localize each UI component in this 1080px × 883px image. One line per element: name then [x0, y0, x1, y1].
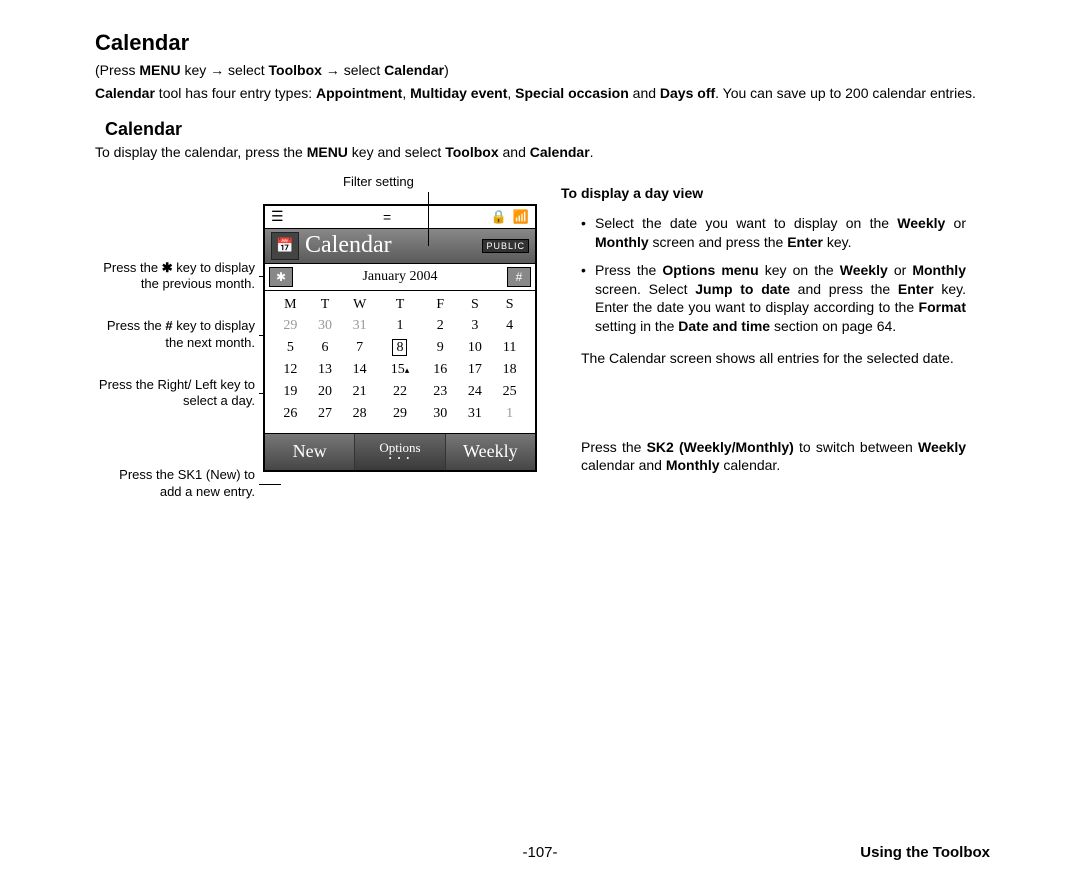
sk2-note: Press the SK2 (Weekly/Monthly) to switch…	[581, 438, 966, 475]
calendar-note: The Calendar screen shows all entries fo…	[581, 349, 966, 367]
star-icon: ✱	[162, 260, 173, 275]
public-badge: PUBLIC	[482, 239, 529, 253]
equals-icon: =	[383, 209, 391, 225]
calendar-icon: 📅	[271, 232, 299, 260]
phone-screenshot: Filter setting ☰ = 🔒 📶 📅 Calendar PUBLIC	[263, 180, 553, 472]
breadcrumb: (Press MENU key → select Toolbox → selec…	[95, 62, 990, 78]
callout-next-month: Press the # key to display the next mont…	[95, 318, 255, 351]
menu-icon: ☰	[271, 208, 284, 225]
bullet-select-date: Select the date you want to display on t…	[581, 214, 966, 251]
bullet-options-menu: Press the Options menu key on the Weekly…	[581, 261, 966, 335]
softkey-weekly: Weekly	[446, 434, 535, 470]
softkey-new: New	[265, 434, 355, 470]
callout-prev-month: Press the ✱ key to display the previous …	[95, 260, 255, 293]
screen-title: Calendar	[305, 232, 482, 259]
callout-select-day: Press the Right/ Left key to select a da…	[95, 377, 255, 410]
selected-day: 8	[392, 339, 407, 356]
page-number: -107-	[522, 844, 557, 861]
section-heading: Calendar	[105, 119, 990, 140]
softkey-options: Options• • •	[355, 434, 445, 470]
filter-setting-label: Filter setting	[343, 174, 414, 189]
callout-new-entry: Press the SK1 (New) to add a new entry.	[95, 467, 255, 500]
hash-key: #	[507, 267, 531, 287]
lock-icon: 🔒	[491, 209, 507, 225]
signal-icon: 📶	[513, 209, 529, 225]
page-title: Calendar	[95, 30, 990, 56]
event-indicator-icon: ▴	[405, 365, 410, 375]
day-view-heading: To display a day view	[561, 184, 966, 202]
month-label: January 2004	[362, 269, 437, 285]
section-label: Using the Toolbox	[860, 844, 990, 861]
instruction-line: To display the calendar, press the MENU …	[95, 144, 990, 160]
intro-paragraph: Calendar tool has four entry types: Appo…	[95, 84, 990, 103]
calendar-grid: MTWTFSS 2930311234 567891011 12131415▴16…	[265, 291, 535, 433]
star-key: ✱	[269, 267, 293, 287]
